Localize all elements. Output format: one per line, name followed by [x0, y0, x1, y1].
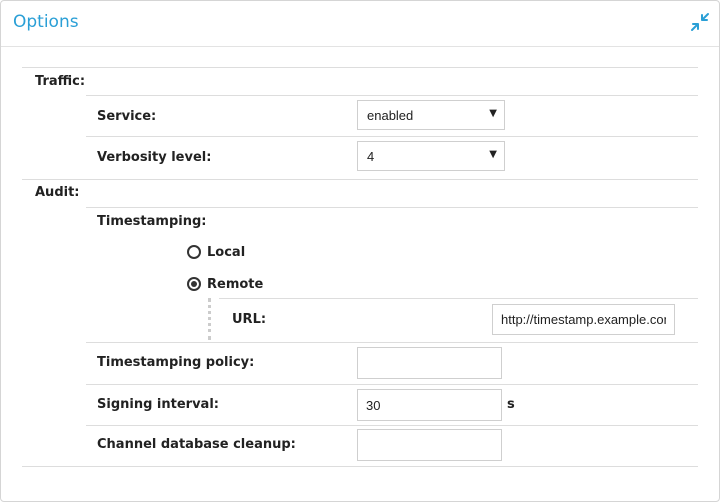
signing-row-divider	[86, 384, 698, 385]
channel-database-cleanup-label: Channel database cleanup:	[97, 437, 296, 452]
service-select-value: enabled	[367, 108, 414, 123]
audit-section-divider	[22, 179, 698, 180]
remote-radio-label[interactable]: Remote	[207, 277, 263, 292]
traffic-label: Traffic:	[35, 74, 86, 89]
remote-options-connector	[208, 298, 211, 340]
signing-interval-label: Signing interval:	[97, 397, 219, 412]
verbosity-select-value: 4	[367, 149, 375, 164]
verbosity-label: Verbosity level:	[97, 150, 212, 165]
verbosity-select[interactable]: 4 ▼	[357, 141, 505, 171]
url-row-divider	[219, 298, 698, 299]
timestamping-policy-label: Timestamping policy:	[97, 355, 255, 370]
signing-interval-unit: s	[507, 397, 515, 412]
traffic-section-divider	[22, 67, 698, 68]
options-panel: Options Traffic: Service: enabled ▼ Verb…	[0, 0, 720, 502]
panel-title: Options	[13, 12, 79, 32]
chevron-down-icon: ▼	[489, 108, 497, 119]
service-label: Service:	[97, 109, 157, 124]
url-label: URL:	[232, 312, 267, 327]
channel-database-cleanup-input[interactable]	[357, 429, 502, 461]
policy-row-divider	[86, 342, 698, 343]
timestamping-policy-input[interactable]	[357, 347, 502, 379]
chevron-down-icon: ▼	[489, 149, 497, 160]
local-radio[interactable]	[187, 245, 201, 259]
cleanup-row-divider	[86, 425, 698, 426]
panel-header: Options	[1, 1, 719, 47]
service-select[interactable]: enabled ▼	[357, 100, 505, 130]
signing-interval-input[interactable]	[357, 389, 502, 421]
local-radio-label[interactable]: Local	[207, 245, 245, 260]
timestamping-row-divider	[86, 207, 698, 208]
audit-label: Audit:	[35, 185, 80, 200]
verbosity-row-divider	[86, 136, 698, 137]
service-row-divider	[86, 95, 698, 96]
collapse-arrows-icon[interactable]	[689, 11, 711, 33]
timestamping-label: Timestamping:	[97, 214, 207, 229]
url-input[interactable]	[492, 304, 675, 335]
remote-radio[interactable]	[187, 277, 201, 291]
